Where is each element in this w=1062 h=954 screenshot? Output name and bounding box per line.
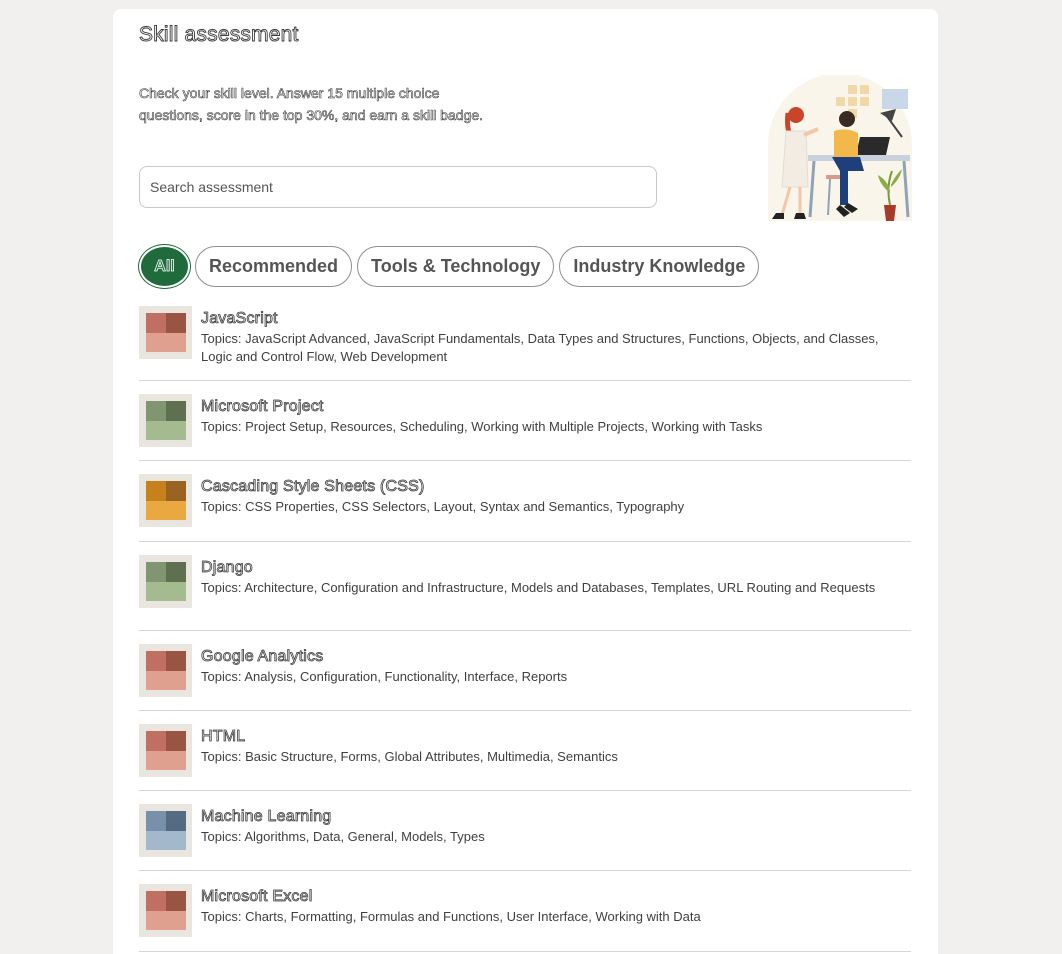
filter-all-label: All bbox=[154, 257, 175, 275]
assessment-topics: Topics: Project Setup, Resources, Schedu… bbox=[201, 419, 763, 434]
assessment-row[interactable]: Microsoft Excel Topics: Charts, Formattin… bbox=[139, 871, 911, 952]
filter-all-pill[interactable]: All bbox=[139, 245, 190, 288]
assessment-thumbnail bbox=[139, 804, 192, 857]
assessment-title: HTML bbox=[201, 728, 246, 746]
assessment-row[interactable]: Cascading Style Sheets (CSS) Topics: CSS … bbox=[139, 461, 911, 542]
assessment-topics: Topics: JavaScript Advanced, JavaScript … bbox=[201, 331, 879, 364]
page-title: Skill assessment bbox=[139, 23, 299, 47]
filter-industry-knowledge-pill[interactable]: Industry Knowledge bbox=[559, 246, 760, 287]
assessment-row[interactable]: JavaScript Topics: JavaScript Advanced, J… bbox=[139, 305, 911, 381]
assessment-thumbnail bbox=[139, 724, 192, 777]
page-description: Check your skill level. Answer 15 multip… bbox=[139, 85, 484, 124]
assessment-title: Google Analytics bbox=[201, 648, 324, 666]
filter-pills: All Recommended Tools & Technology Indus… bbox=[139, 245, 760, 288]
skill-assessment-card: Skill assessment Check your skill level.… bbox=[113, 9, 938, 954]
assessment-thumbnail bbox=[139, 555, 192, 608]
assessment-row[interactable]: Google Analytics Topics: Analysis, Config… bbox=[139, 631, 911, 711]
assessment-row[interactable]: Django Topics: Architecture, Configuratio… bbox=[139, 542, 911, 631]
assessment-topics: Topics: Charts, Formatting, Formulas and… bbox=[201, 909, 701, 924]
assessment-title: Machine Learning bbox=[201, 808, 332, 826]
filter-recommended-pill[interactable]: Recommended bbox=[195, 246, 353, 287]
assessment-title: Microsoft Excel bbox=[201, 888, 313, 906]
people-at-desk-illustration bbox=[768, 75, 912, 221]
assessment-topics: Topics: Algorithms, Data, General, Model… bbox=[201, 829, 485, 844]
filter-tools-technology-pill[interactable]: Tools & Technology bbox=[357, 246, 555, 287]
assessment-title: JavaScript bbox=[201, 310, 278, 328]
assessment-thumbnail bbox=[139, 644, 192, 697]
assessment-row[interactable]: Machine Learning Topics: Algorithms, Data… bbox=[139, 791, 911, 871]
assessment-title: Django bbox=[201, 559, 254, 577]
assessment-thumbnail bbox=[139, 474, 192, 527]
assessment-row[interactable]: Microsoft Project Topics: Project Setup, … bbox=[139, 381, 911, 461]
assessment-list: JavaScript Topics: JavaScript Advanced, J… bbox=[139, 305, 911, 952]
assessment-title: Microsoft Project bbox=[201, 398, 324, 416]
assessment-title: Cascading Style Sheets (CSS) bbox=[201, 478, 425, 496]
assessment-topics: Topics: Architecture, Configuration and … bbox=[201, 580, 876, 595]
assessment-topics: Topics: Analysis, Configuration, Functio… bbox=[201, 669, 568, 684]
assessment-thumbnail bbox=[139, 306, 192, 359]
assessment-topics: Topics: CSS Properties, CSS Selectors, L… bbox=[201, 499, 685, 514]
assessment-row[interactable]: HTML Topics: Basic Structure, Forms, Glob… bbox=[139, 711, 911, 791]
assessment-thumbnail bbox=[139, 884, 192, 937]
assessment-topics: Topics: Basic Structure, Forms, Global A… bbox=[201, 749, 618, 764]
assessment-thumbnail bbox=[139, 394, 192, 447]
search-input[interactable] bbox=[139, 166, 657, 208]
